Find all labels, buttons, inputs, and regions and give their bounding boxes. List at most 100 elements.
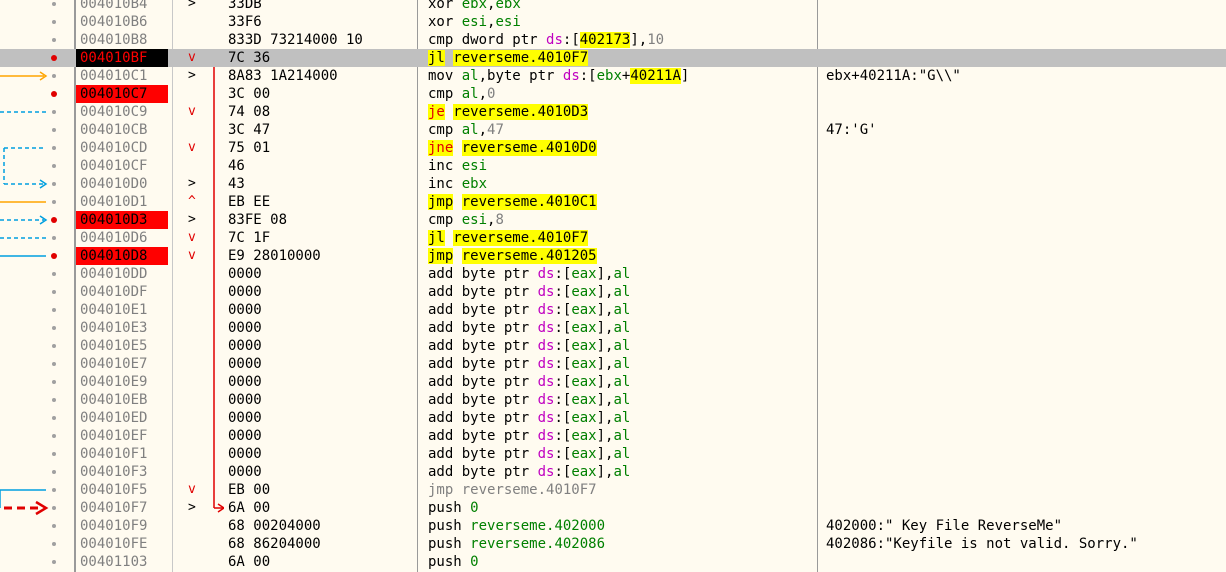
breakpoint-slot[interactable] bbox=[52, 416, 56, 420]
breakpoint-slot[interactable] bbox=[52, 524, 56, 528]
address-cell[interactable]: 004010F5 bbox=[76, 481, 168, 499]
breakpoint-slot[interactable] bbox=[52, 506, 56, 510]
breakpoint-slot[interactable] bbox=[52, 452, 56, 456]
table-row[interactable]: 004010DF 0000 add byte ptr ds:[eax],al bbox=[0, 283, 1226, 301]
breakpoint-slot[interactable] bbox=[52, 236, 56, 240]
address-cell[interactable]: 004010D8 bbox=[76, 247, 168, 265]
table-row[interactable]: 004010D1 ^ EB EE jmp reverseme.4010C1 bbox=[0, 193, 1226, 211]
address-cell[interactable]: 004010B6 bbox=[76, 13, 168, 31]
table-row[interactable]: 004010DD 0000 add byte ptr ds:[eax],al bbox=[0, 265, 1226, 283]
table-row[interactable]: 004010E7 0000 add byte ptr ds:[eax],al bbox=[0, 355, 1226, 373]
table-row[interactable]: 004010F3 0000 add byte ptr ds:[eax],al bbox=[0, 463, 1226, 481]
table-row[interactable]: 004010B4 >33DB xor ebx,ebx bbox=[0, 0, 1226, 13]
address-cell[interactable]: 00401103 bbox=[76, 553, 168, 571]
breakpoint-slot[interactable] bbox=[52, 470, 56, 474]
breakpoint-slot[interactable] bbox=[52, 560, 56, 564]
address-cell[interactable]: 004010F9 bbox=[76, 517, 168, 535]
address-cell[interactable]: 004010BF bbox=[76, 49, 168, 67]
table-row[interactable]: 004010D3 >83FE 08 cmp esi,8 bbox=[0, 211, 1226, 229]
table-row[interactable]: 004010F1 0000 add byte ptr ds:[eax],al bbox=[0, 445, 1226, 463]
breakpoint-slot[interactable] bbox=[52, 128, 56, 132]
address-cell[interactable]: 004010CF bbox=[76, 157, 168, 175]
address-cell[interactable]: 004010FE bbox=[76, 535, 168, 553]
breakpoint-slot[interactable] bbox=[52, 434, 56, 438]
breakpoint-slot[interactable] bbox=[52, 542, 56, 546]
address-cell[interactable]: 004010F7 bbox=[76, 499, 168, 517]
table-row[interactable]: 004010CF 46 inc esi bbox=[0, 157, 1226, 175]
breakpoint-dot[interactable] bbox=[51, 91, 57, 97]
address-cell[interactable]: 004010CD bbox=[76, 139, 168, 157]
address-cell[interactable]: 004010E1 bbox=[76, 301, 168, 319]
address-cell[interactable]: 004010D6 bbox=[76, 229, 168, 247]
address-cell[interactable]: 004010D0 bbox=[76, 175, 168, 193]
address-cell[interactable]: 004010DD bbox=[76, 265, 168, 283]
breakpoint-slot[interactable] bbox=[52, 398, 56, 402]
address-cell[interactable]: 004010F3 bbox=[76, 463, 168, 481]
table-row[interactable]: 004010E9 0000 add byte ptr ds:[eax],al bbox=[0, 373, 1226, 391]
table-row[interactable]: 004010F5 v EB 00 jmp reverseme.4010F7 bbox=[0, 481, 1226, 499]
breakpoint-slot[interactable] bbox=[52, 110, 56, 114]
table-row[interactable]: 004010F7 >6A 00 push 0 bbox=[0, 499, 1226, 517]
table-row[interactable]: 004010D6 v 7C 1F jl reverseme.4010F7 bbox=[0, 229, 1226, 247]
address-cell[interactable]: 004010E9 bbox=[76, 373, 168, 391]
breakpoint-slot[interactable] bbox=[52, 488, 56, 492]
breakpoint-dot[interactable] bbox=[51, 253, 57, 259]
address-cell[interactable]: 004010C9 bbox=[76, 103, 168, 121]
address-cell[interactable]: 004010CB bbox=[76, 121, 168, 139]
address-cell[interactable]: 004010EB bbox=[76, 391, 168, 409]
address-cell[interactable]: 004010B4 bbox=[76, 0, 168, 13]
table-row[interactable]: 004010B6 33F6 xor esi,esi bbox=[0, 13, 1226, 31]
table-row[interactable]: 004010F9 68 00204000 push reverseme.402000… bbox=[0, 517, 1226, 535]
breakpoint-slot[interactable] bbox=[52, 182, 56, 186]
address-cell[interactable]: 004010ED bbox=[76, 409, 168, 427]
table-row[interactable]: 004010B8 833D 73214000 10 cmp dword ptr ds… bbox=[0, 31, 1226, 49]
table-row[interactable]: 00401103 6A 00 push 0 bbox=[0, 553, 1226, 571]
breakpoint-slot[interactable] bbox=[52, 326, 56, 330]
table-row[interactable]: 004010C1 >8A83 1A214000 mov al,byte ptr ds… bbox=[0, 67, 1226, 85]
breakpoint-slot[interactable] bbox=[52, 272, 56, 276]
breakpoint-dot[interactable] bbox=[51, 217, 57, 223]
table-row[interactable]: 004010CB 3C 47 cmp al,47 47:'G' bbox=[0, 121, 1226, 139]
breakpoint-slot[interactable] bbox=[52, 362, 56, 366]
address-cell[interactable]: 004010C7 bbox=[76, 85, 168, 103]
breakpoint-slot[interactable] bbox=[52, 290, 56, 294]
address-cell[interactable]: 004010F1 bbox=[76, 445, 168, 463]
address-cell[interactable]: 004010EF bbox=[76, 427, 168, 445]
table-row[interactable]: 004010E5 0000 add byte ptr ds:[eax],al bbox=[0, 337, 1226, 355]
address-cell[interactable]: 004010E5 bbox=[76, 337, 168, 355]
address-cell[interactable]: 004010C1 bbox=[76, 67, 168, 85]
address-cell[interactable]: 004010D1 bbox=[76, 193, 168, 211]
table-row[interactable]: 004010D0 >43 inc ebx bbox=[0, 175, 1226, 193]
breakpoint-slot[interactable] bbox=[52, 200, 56, 204]
instruction-cell: inc esi bbox=[428, 157, 487, 175]
address-cell[interactable]: 004010B8 bbox=[76, 31, 168, 49]
table-row[interactable]: 004010C7 3C 00 cmp al,0 bbox=[0, 85, 1226, 103]
address-cell[interactable]: 004010E3 bbox=[76, 319, 168, 337]
table-row[interactable]: 004010EB 0000 add byte ptr ds:[eax],al bbox=[0, 391, 1226, 409]
table-row[interactable]: 004010EF 0000 add byte ptr ds:[eax],al bbox=[0, 427, 1226, 445]
address-cell[interactable]: 004010E7 bbox=[76, 355, 168, 373]
address-cell[interactable]: 004010DF bbox=[76, 283, 168, 301]
table-row[interactable]: 004010D8 v E9 28010000 jmp reverseme.401205 bbox=[0, 247, 1226, 265]
breakpoint-slot[interactable] bbox=[52, 20, 56, 24]
table-row[interactable]: 004010CD v 75 01 jne reverseme.4010D0 bbox=[0, 139, 1226, 157]
address-cell[interactable]: 004010D3 bbox=[76, 211, 168, 229]
breakpoint-dot[interactable] bbox=[51, 55, 57, 61]
table-row[interactable]: 004010E1 0000 add byte ptr ds:[eax],al bbox=[0, 301, 1226, 319]
table-row[interactable]: 004010ED 0000 add byte ptr ds:[eax],al bbox=[0, 409, 1226, 427]
bytes-cell: 83FE 08 bbox=[228, 212, 288, 228]
table-row[interactable]: 004010E3 0000 add byte ptr ds:[eax],al bbox=[0, 319, 1226, 337]
breakpoint-slot[interactable] bbox=[52, 164, 56, 168]
breakpoint-slot[interactable] bbox=[52, 146, 56, 150]
operands: reverseme.401205 bbox=[461, 248, 597, 264]
breakpoint-slot[interactable] bbox=[52, 308, 56, 312]
mnemonic: add bbox=[428, 464, 454, 480]
breakpoint-slot[interactable] bbox=[52, 74, 56, 78]
breakpoint-slot[interactable] bbox=[52, 2, 56, 6]
table-row[interactable]: 004010FE 68 86204000 push reverseme.402086… bbox=[0, 535, 1226, 553]
breakpoint-slot[interactable] bbox=[52, 344, 56, 348]
breakpoint-slot[interactable] bbox=[52, 380, 56, 384]
breakpoint-slot[interactable] bbox=[52, 38, 56, 42]
table-row[interactable]: 004010C9 v 74 08 je reverseme.4010D3 bbox=[0, 103, 1226, 121]
table-row[interactable]: 004010BF v 7C 36 jl reverseme.4010F7 bbox=[0, 49, 1226, 67]
